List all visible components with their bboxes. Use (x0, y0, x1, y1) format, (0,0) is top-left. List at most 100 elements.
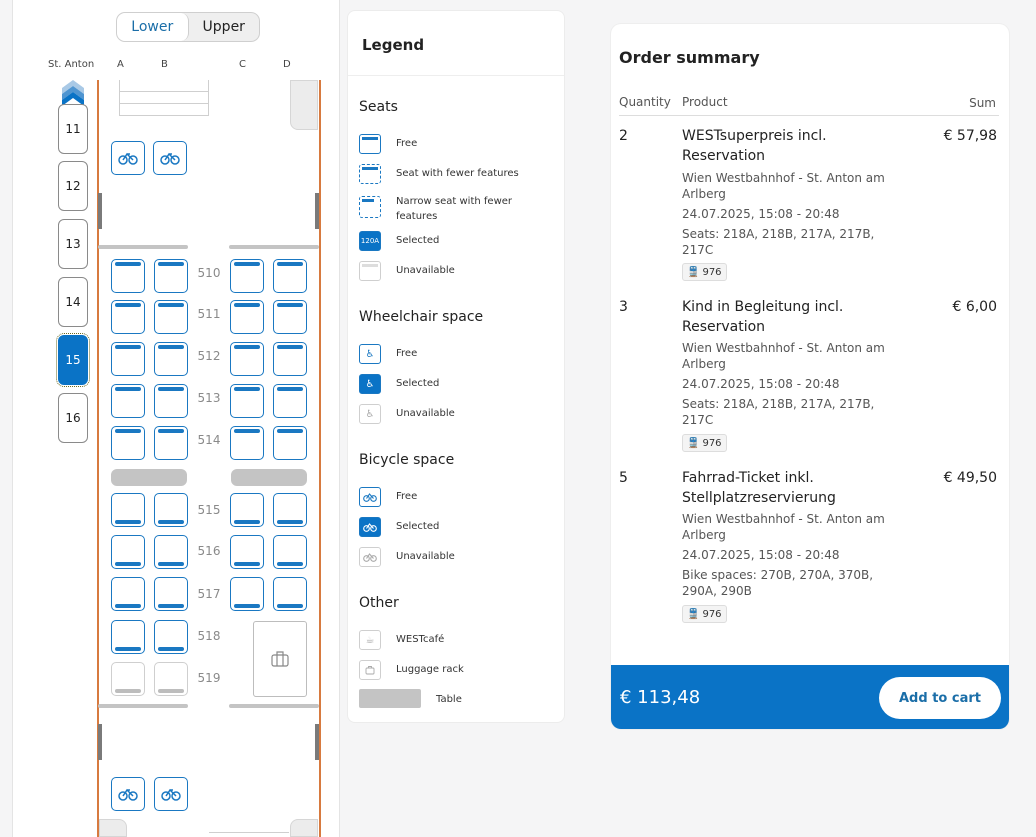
legend-seats-heading: Seats (359, 99, 398, 115)
station-label: St. Anton (48, 59, 95, 70)
coach-wall-right (319, 80, 321, 837)
col-c-label: C (239, 59, 246, 70)
deck-toggle: Lower Upper (116, 12, 260, 42)
direction-arrow-icon (62, 80, 84, 106)
bicycle-space[interactable] (154, 777, 188, 811)
partition (229, 245, 319, 249)
seat[interactable] (230, 384, 264, 418)
seat[interactable] (230, 342, 264, 376)
legend-cafe-label: WESTcafé (396, 634, 445, 645)
row-number: 518 (197, 629, 221, 643)
row-number: 516 (197, 544, 221, 558)
col-b-label: B (161, 59, 168, 70)
wall-block (290, 819, 318, 837)
seat[interactable] (273, 384, 307, 418)
seat[interactable] (111, 426, 145, 460)
car-15-button[interactable]: 15 (56, 333, 90, 387)
row-number: 512 (197, 349, 221, 363)
col-product: Product (682, 95, 728, 109)
legend-seat-free-swatch (359, 134, 381, 154)
seat[interactable] (154, 259, 188, 293)
legend-seat-narrow-label: Narrow seat with fewer features (396, 196, 513, 222)
seat[interactable] (273, 259, 307, 293)
car-14-button[interactable]: 14 (58, 277, 88, 327)
order-summary-panel: Order summary Quantity Product Sum 2 WES… (611, 24, 1009, 729)
door-marker (98, 193, 102, 229)
seat[interactable] (111, 535, 145, 569)
seat[interactable] (154, 342, 188, 376)
bicycle-space[interactable] (111, 777, 145, 811)
legend-wheelchair-selected-label: Selected (396, 378, 440, 389)
seat[interactable] (230, 426, 264, 460)
luggage-icon (359, 660, 381, 680)
seat[interactable] (154, 426, 188, 460)
item-quantity: 2 (619, 128, 628, 144)
seat[interactable] (273, 535, 307, 569)
bicycle-icon (118, 152, 138, 165)
legend-divider (348, 75, 564, 76)
bicycle-free-icon (359, 487, 381, 507)
seat[interactable] (111, 342, 145, 376)
legend-seat-fewer-swatch (359, 164, 381, 184)
seat[interactable] (154, 493, 188, 527)
bicycle-unavailable-icon (359, 547, 381, 567)
bicycle-icon (161, 788, 181, 801)
train-number: 976 (702, 266, 722, 278)
legend-bicycle-unavailable-label: Unavailable (396, 551, 455, 562)
table (231, 469, 307, 486)
legend-table-label: Table (436, 694, 462, 705)
seat[interactable] (154, 300, 188, 334)
order-footer: € 113,48 Add to cart (611, 665, 1009, 729)
door-marker (315, 193, 319, 229)
item-seats: Seats: 218A, 218B, 217A, 217B, 217C (682, 227, 875, 257)
wall-block (290, 80, 318, 130)
deck-upper-tab[interactable]: Upper (189, 13, 260, 41)
add-to-cart-button[interactable]: Add to cart (879, 677, 1001, 719)
bus-icon: 🚆 (687, 266, 700, 278)
row-number: 517 (197, 587, 221, 601)
seat[interactable] (230, 300, 264, 334)
legend-wheelchair-free-label: Free (396, 348, 418, 359)
train-badge: 🚆 976 (682, 605, 727, 623)
luggage-rack (253, 621, 307, 697)
row-number: 515 (197, 503, 221, 517)
seat[interactable] (111, 620, 145, 654)
seat[interactable] (230, 577, 264, 611)
bicycle-selected-icon (359, 517, 381, 537)
bicycle-space[interactable] (153, 141, 187, 175)
deck-lower-tab[interactable]: Lower (117, 13, 189, 41)
legend-bicycle-free-label: Free (396, 491, 418, 502)
seat[interactable] (273, 300, 307, 334)
seat[interactable] (230, 259, 264, 293)
seat[interactable] (273, 493, 307, 527)
seat[interactable] (154, 535, 188, 569)
col-quantity: Quantity (619, 95, 671, 109)
seat[interactable] (154, 384, 188, 418)
car-16-button[interactable]: 16 (58, 393, 88, 443)
seat[interactable] (230, 493, 264, 527)
seat[interactable] (111, 259, 145, 293)
seat[interactable] (111, 384, 145, 418)
seat[interactable] (154, 577, 188, 611)
item-datetime: 24.07.2025, 15:08 - 20:48 (682, 207, 840, 221)
col-sum: Sum (969, 96, 996, 110)
seat[interactable] (111, 300, 145, 334)
item-name: WESTsuperpreis incl. Reservation (682, 128, 827, 164)
legend-wheelchair-unavailable-label: Unavailable (396, 408, 455, 419)
bicycle-icon (160, 152, 180, 165)
train-number: 976 (702, 437, 722, 449)
seat[interactable] (273, 577, 307, 611)
car-13-button[interactable]: 13 (58, 219, 88, 269)
legend-seat-selected-swatch: 120A (359, 231, 381, 251)
bicycle-space[interactable] (111, 141, 145, 175)
seat[interactable] (273, 342, 307, 376)
car-11-button[interactable]: 11 (58, 104, 88, 154)
seat[interactable] (111, 493, 145, 527)
item-datetime: 24.07.2025, 15:08 - 20:48 (682, 548, 840, 562)
seat[interactable] (154, 620, 188, 654)
row-number: 510 (197, 266, 221, 280)
seat[interactable] (273, 426, 307, 460)
seat[interactable] (230, 535, 264, 569)
car-12-button[interactable]: 12 (58, 161, 88, 211)
seat[interactable] (111, 577, 145, 611)
